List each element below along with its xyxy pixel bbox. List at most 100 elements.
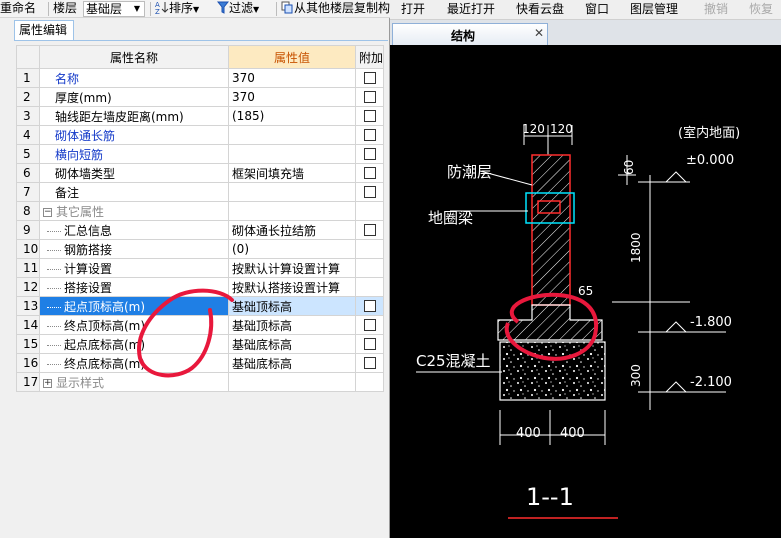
chevron-down-icon: ▼ [193, 5, 200, 14]
row-number: 11 [16, 258, 40, 278]
table-row[interactable]: 10 钢筋搭接 (0) [16, 239, 384, 259]
extra-checkbox[interactable] [363, 357, 376, 369]
row-number: 14 [16, 315, 40, 335]
table-row[interactable]: 1 名称 370 [16, 68, 384, 88]
grid-header-number [16, 45, 40, 69]
table-row[interactable]: 8 − 其它属性 [16, 201, 384, 221]
extra-checkbox[interactable] [363, 129, 376, 141]
property-name-text: 轴线距左墙皮距离(mm) [55, 109, 184, 124]
extra-checkbox[interactable] [363, 300, 376, 312]
menu-bar: 打开 最近打开 快看云盘 窗口 图层管理 撤销 恢复 [390, 0, 781, 20]
property-name-text: 计算设置 [64, 261, 113, 276]
tab-property-edit[interactable]: 属性编辑 [14, 20, 74, 40]
row-number: 13 [16, 296, 40, 316]
property-value[interactable]: 370 [228, 68, 356, 88]
toolbar-separator [150, 2, 151, 16]
tree-line [47, 287, 61, 289]
menu-open[interactable]: 打开 [401, 0, 425, 20]
property-value[interactable]: 按默认搭接设置计算 [228, 277, 356, 297]
extra-cell [355, 125, 384, 145]
table-row[interactable]: 7 备注 [16, 182, 384, 202]
extra-cell [355, 106, 384, 126]
expand-icon[interactable]: + [43, 378, 52, 388]
menu-layers[interactable]: 图层管理 [630, 0, 678, 20]
dim-120-right: 120 [550, 122, 573, 136]
toolbar-separator [48, 2, 49, 16]
floor-select[interactable]: 基础层 ▼ [83, 1, 145, 17]
property-name-text: 砌体墙类型 [55, 166, 116, 181]
menu-recent[interactable]: 最近打开 [447, 0, 495, 20]
property-value[interactable]: 按默认计算设置计算 [228, 258, 356, 278]
menu-undo[interactable]: 撤销 [704, 0, 728, 20]
extra-checkbox[interactable] [363, 72, 376, 84]
table-row-selected[interactable]: 13 起点顶标高(m) 基础顶标高 [16, 296, 384, 316]
property-value[interactable]: 砌体通长拉结筋 [228, 220, 356, 240]
extra-checkbox[interactable] [363, 338, 376, 350]
floor-select-value: 基础层 [86, 2, 123, 16]
extra-checkbox[interactable] [363, 91, 376, 103]
brick-wall [531, 154, 571, 306]
table-row[interactable]: 3 轴线距左墙皮距离(mm) (185) [16, 106, 384, 126]
extra-cell [355, 315, 384, 335]
table-row[interactable]: 5 横向短筋 [16, 144, 384, 164]
table-row[interactable]: 12 搭接设置 按默认搭接设置计算 [16, 277, 384, 297]
tree-line [47, 306, 61, 308]
label-ring-beam: 地圈梁 [428, 209, 473, 227]
menu-redo[interactable]: 恢复 [749, 0, 773, 20]
property-value[interactable] [228, 125, 356, 145]
table-row[interactable]: 17 + 显示样式 [16, 372, 384, 392]
extra-checkbox[interactable] [363, 186, 376, 198]
property-name-text: 名称 [55, 71, 80, 86]
grid-header-value: 属性值 [228, 45, 356, 69]
extra-checkbox[interactable] [363, 224, 376, 236]
menu-cloud[interactable]: 快看云盘 [516, 0, 564, 20]
property-value[interactable]: (0) [228, 239, 356, 259]
property-value[interactable]: 框架间填充墙 [228, 163, 356, 183]
table-row[interactable]: 9 汇总信息 砌体通长拉结筋 [16, 220, 384, 240]
table-row[interactable]: 2 厚度(mm) 370 [16, 87, 384, 107]
rename-button[interactable]: 重命名 [0, 0, 36, 18]
table-row[interactable]: 11 计算设置 按默认计算设置计算 [16, 258, 384, 278]
property-name: 轴线距左墙皮距离(mm) [39, 106, 229, 126]
row-number: 6 [16, 163, 40, 183]
property-value[interactable]: 基础底标高 [228, 334, 356, 354]
tab-structure[interactable]: 结构 ✕ [392, 23, 548, 45]
property-name: 砌体墙类型 [39, 163, 229, 183]
property-value[interactable]: 基础底标高 [228, 353, 356, 373]
property-name: 搭接设置 [39, 277, 229, 297]
sort-button[interactable]: A Z 排序▼ [155, 0, 199, 18]
drawing-viewer: 打开 最近打开 快看云盘 窗口 图层管理 撤销 恢复 结构 ✕ 120 120 … [390, 0, 781, 538]
property-name-text: 搭接设置 [64, 280, 113, 295]
property-value[interactable] [228, 182, 356, 202]
property-value[interactable]: (185) [228, 106, 356, 126]
table-row[interactable]: 4 砌体通长筋 [16, 125, 384, 145]
extra-cell [355, 239, 384, 259]
property-value[interactable] [228, 144, 356, 164]
property-name: 钢筋搭接 [39, 239, 229, 259]
property-value[interactable]: 基础顶标高 [228, 296, 356, 316]
table-row[interactable]: 6 砌体墙类型 框架间填充墙 [16, 163, 384, 183]
tree-line [47, 249, 61, 251]
extra-cell [355, 87, 384, 107]
menu-window[interactable]: 窗口 [585, 0, 609, 20]
copy-from-floor-button[interactable]: 从其他楼层复制构 [281, 0, 390, 18]
label-concrete: C25混凝土 [416, 352, 491, 370]
extra-checkbox[interactable] [363, 110, 376, 122]
property-value[interactable]: 370 [228, 87, 356, 107]
filter-button[interactable]: 过滤▼ [217, 0, 259, 18]
collapse-icon[interactable]: − [43, 207, 52, 217]
extra-cell [355, 182, 384, 202]
tree-line [47, 268, 61, 270]
extra-checkbox[interactable] [363, 148, 376, 160]
dim-60: 60 [622, 160, 636, 175]
table-row[interactable]: 16 终点底标高(m) 基础底标高 [16, 353, 384, 373]
extra-checkbox[interactable] [363, 319, 376, 331]
close-icon[interactable]: ✕ [534, 26, 544, 40]
table-row[interactable]: 15 起点底标高(m) 基础底标高 [16, 334, 384, 354]
table-row[interactable]: 14 终点顶标高(m) 基础顶标高 [16, 315, 384, 335]
structure-drawing-canvas[interactable]: 120 120 防潮层 地圈梁 C25混凝土 (室内地面) ±0.000 60 … [390, 45, 781, 538]
property-name: 起点底标高(m) [39, 334, 229, 354]
label-moisture-layer: 防潮层 [447, 163, 492, 181]
extra-checkbox[interactable] [363, 167, 376, 179]
property-value[interactable]: 基础顶标高 [228, 315, 356, 335]
